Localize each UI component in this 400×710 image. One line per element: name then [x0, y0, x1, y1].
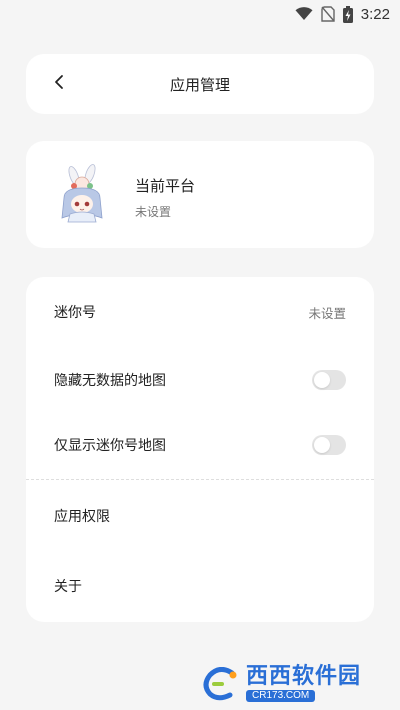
no-sim-icon	[321, 6, 335, 22]
app-permissions-label: 应用权限	[54, 509, 110, 525]
show-mini-id-maps-label: 仅显示迷你号地图	[54, 438, 166, 454]
settings-card: 迷你号 未设置 隐藏无数据的地图 仅显示迷你号地图 应用权限 关于	[26, 277, 374, 622]
header-card: 应用管理	[26, 54, 374, 114]
setting-row-hide-no-data-maps: 隐藏无数据的地图	[26, 355, 374, 405]
watermark-url: CR173.COM	[246, 690, 316, 702]
setting-row-mini-id[interactable]: 迷你号 未设置	[26, 287, 374, 337]
hide-no-data-maps-label: 隐藏无数据的地图	[54, 373, 166, 389]
platform-card[interactable]: 当前平台 未设置	[26, 141, 374, 248]
setting-row-show-mini-id-maps: 仅显示迷你号地图	[26, 420, 374, 470]
watermark: 西西软件园 CR173.COM	[202, 666, 382, 702]
platform-status: 未设置	[135, 205, 172, 219]
page-title: 应用管理	[169, 75, 230, 94]
watermark-brand: 西西软件园	[246, 664, 362, 689]
toggle-knob	[314, 437, 330, 453]
status-time: 3:22	[360, 5, 390, 23]
mini-id-label: 迷你号	[54, 305, 96, 321]
setting-row-about[interactable]: 关于	[26, 561, 374, 611]
mini-id-value: 未设置	[308, 305, 346, 321]
battery-charging-icon	[342, 5, 353, 23]
back-button[interactable]	[44, 69, 74, 99]
wifi-icon	[295, 7, 313, 21]
setting-row-app-permissions[interactable]: 应用权限	[26, 491, 374, 541]
toggle-knob	[314, 372, 330, 388]
show-mini-id-maps-toggle[interactable]	[312, 435, 346, 455]
hide-no-data-maps-toggle[interactable]	[312, 370, 346, 390]
platform-name: 当前平台	[135, 177, 196, 195]
divider	[26, 479, 374, 480]
status-bar: 3:22	[0, 0, 400, 28]
avatar	[52, 164, 112, 224]
about-label: 关于	[54, 579, 82, 595]
watermark-text: 西西软件园 CR173.COM	[246, 666, 361, 702]
watermark-logo-icon	[202, 667, 242, 701]
chevron-left-icon	[53, 74, 65, 94]
